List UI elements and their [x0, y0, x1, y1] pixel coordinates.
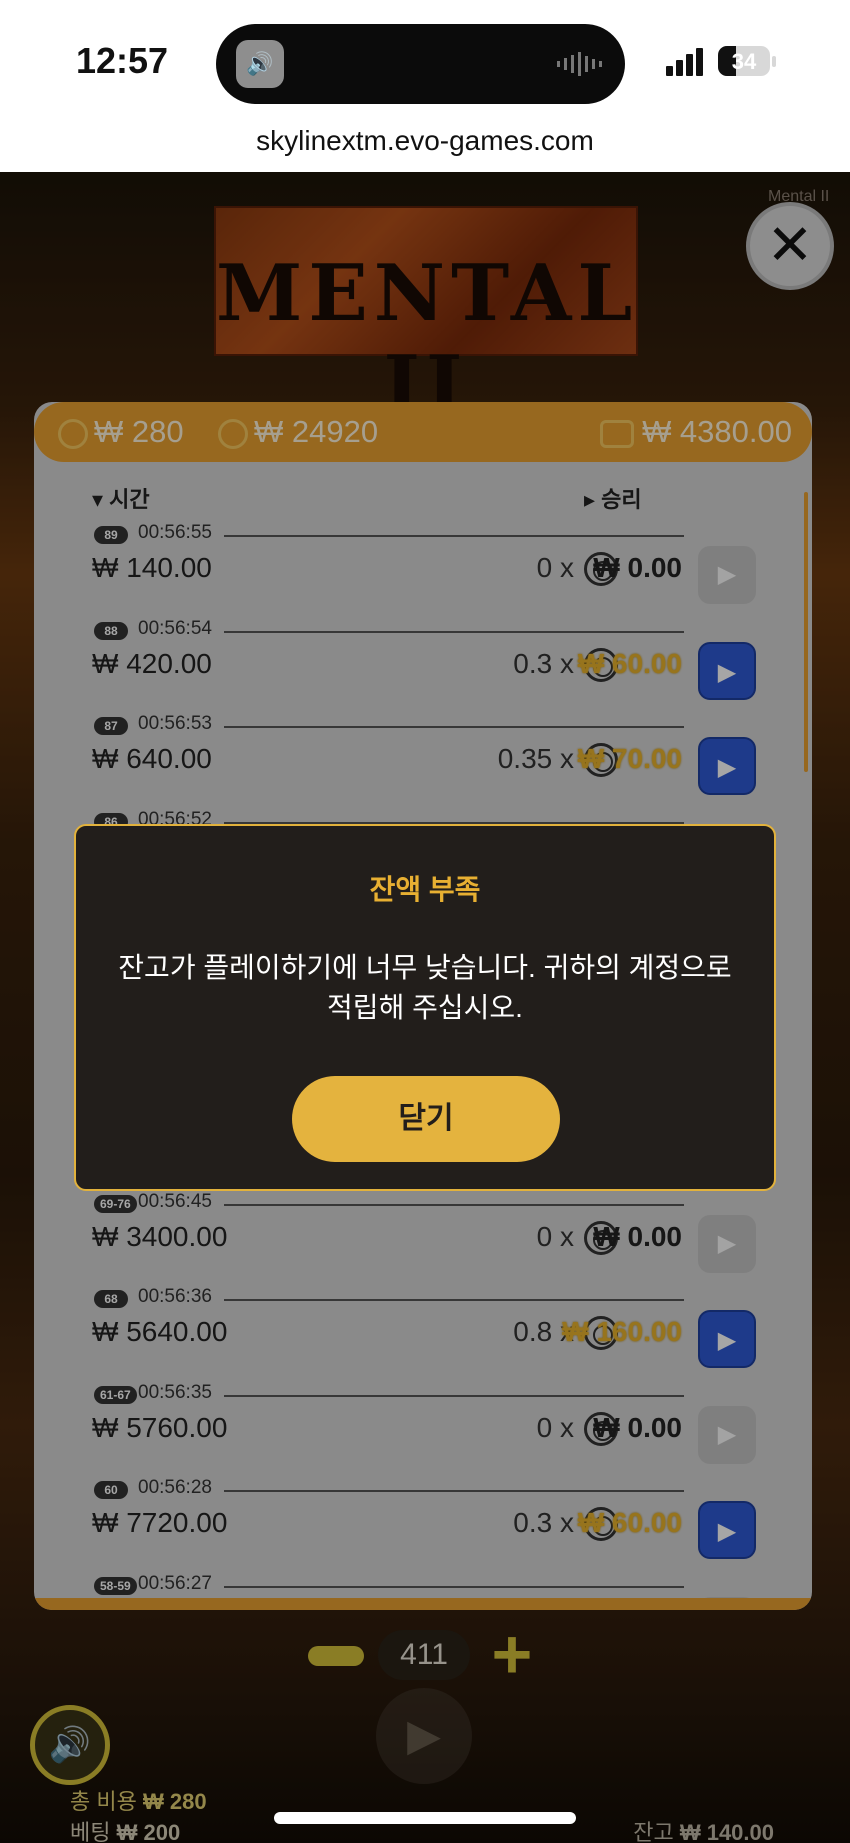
clock: 12:57 [76, 40, 169, 81]
signal-icon [666, 48, 703, 76]
insufficient-balance-dialog: 잔액 부족 잔고가 플레이하기에 너무 낮습니다. 귀하의 계정으로 적립해 주… [74, 824, 776, 1191]
battery-icon: 34 [718, 46, 770, 76]
home-indicator [274, 1812, 576, 1824]
dialog-message: 잔고가 플레이하기에 너무 낮습니다. 귀하의 계정으로 적립해 주십시오. [118, 952, 732, 1023]
dialog-close-button[interactable]: 닫기 [292, 1076, 560, 1162]
dialog-title: 잔액 부족 [369, 874, 481, 905]
status-bar: 12:57 🔊 34 [0, 0, 850, 110]
audio-wave-icon [557, 52, 602, 76]
dynamic-island: 🔊 [216, 24, 625, 104]
speaker-icon: 🔊 [236, 40, 284, 88]
url-bar[interactable]: skylinextm.evo-games.com [0, 110, 850, 172]
